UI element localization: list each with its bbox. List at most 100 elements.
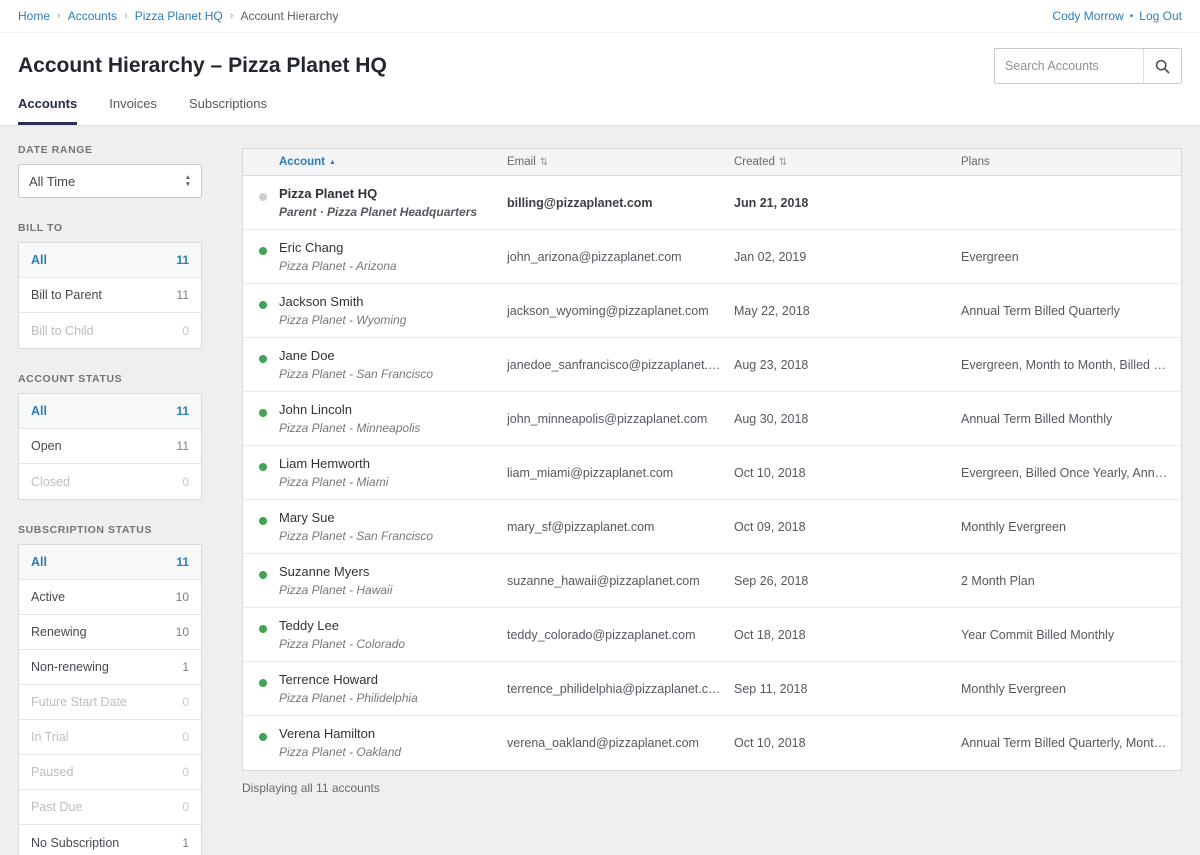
account-subtitle: Pizza Planet - Arizona [279,259,499,274]
filter-subscription-future-start-date[interactable]: Future Start Date 0 [19,685,201,720]
filter-subscription-past-due[interactable]: Past Due 0 [19,790,201,825]
account-email: mary_sf@pizzaplanet.com [507,520,734,534]
breadcrumb-pizza-planet-hq[interactable]: Pizza Planet HQ [135,9,223,23]
date-range-select[interactable]: All Time ▲▼ [18,164,202,198]
tab-bar: Accounts Invoices Subscriptions [18,96,1182,125]
account-status-filter-card: All 11 Open 11 Closed 0 [18,393,202,500]
account-plans: Annual Term Billed Quarterly [961,304,1181,318]
search-input[interactable] [995,49,1143,83]
user-link[interactable]: Cody Morrow [1052,9,1123,23]
account-email: john_arizona@pizzaplanet.com [507,250,734,264]
account-name: Eric Chang [279,240,499,256]
account-created: Sep 11, 2018 [734,682,961,696]
breadcrumb-home[interactable]: Home [18,9,50,23]
tab-subscriptions[interactable]: Subscriptions [189,96,267,125]
sort-ascending-icon: ▲ [329,159,336,166]
filter-bill-to-child[interactable]: Bill to Child 0 [19,313,201,348]
account-email: teddy_colorado@pizzaplanet.com [507,628,734,642]
account-subtitle: Pizza Planet - Colorado [279,637,499,652]
status-dot-icon [259,625,267,633]
subscription-status-filter-card: All 11 Active 10 Renewing 10 Non-renewin… [18,544,202,855]
account-plans: Year Commit Billed Monthly [961,628,1181,642]
subscription-status-label: Subscription Status [18,524,202,536]
accounts-table: Account ▲ Email ⇅ Created ⇅ Plans [242,148,1182,771]
filter-sidebar: Date Range All Time ▲▼ Bill To All 11 Bi… [18,126,202,855]
sort-icon: ⇅ [540,157,548,168]
account-status-label: Account Status [18,373,202,385]
account-email: verena_oakland@pizzaplanet.com [507,736,734,750]
account-name: Liam Hemworth [279,456,499,472]
account-name: Terrence Howard [279,672,499,688]
date-range-value: All Time [29,174,75,189]
account-name: Jackson Smith [279,294,499,310]
status-dot-icon [259,679,267,687]
account-plans: Evergreen [961,250,1181,264]
filter-subscription-non-renewing[interactable]: Non-renewing 1 [19,650,201,685]
search-button[interactable] [1143,49,1181,83]
status-dot-icon [259,463,267,471]
column-header-account[interactable]: Account ▲ [243,156,507,168]
breadcrumb-accounts[interactable]: Accounts [68,9,117,23]
user-nav: Cody Morrow • Log Out [1052,9,1182,23]
filter-subscription-active[interactable]: Active 10 [19,580,201,615]
search-box [994,48,1182,84]
account-name: Pizza Planet HQ [279,186,499,202]
filter-subscription-paused[interactable]: Paused 0 [19,755,201,790]
account-email: terrence_philidelphia@pizzaplanet.com [507,682,734,696]
account-created: Jan 02, 2019 [734,250,961,264]
table-row[interactable]: Mary Sue Pizza Planet - San Francisco ma… [243,500,1181,554]
status-dot-icon [259,247,267,255]
account-email: billing@pizzaplanet.com [507,196,734,210]
breadcrumb-separator-icon: › [124,10,128,22]
logout-link[interactable]: Log Out [1139,9,1182,23]
account-plans: Annual Term Billed Quarterly, Monthly Ev… [961,736,1181,750]
table-row[interactable]: Jackson Smith Pizza Planet - Wyoming jac… [243,284,1181,338]
column-header-email[interactable]: Email ⇅ [507,156,734,168]
table-row[interactable]: Eric Chang Pizza Planet - Arizona john_a… [243,230,1181,284]
filter-subscription-in-trial[interactable]: In Trial 0 [19,720,201,755]
account-created: Oct 18, 2018 [734,628,961,642]
account-subtitle: Pizza Planet - San Francisco [279,367,499,382]
account-plans: Evergreen, Billed Once Yearly, Annual bi… [961,466,1181,480]
table-row[interactable]: Teddy Lee Pizza Planet - Colorado teddy_… [243,608,1181,662]
filter-subscription-no-subscription[interactable]: No Subscription 1 [19,825,201,855]
page: Home › Accounts › Pizza Planet HQ › Acco… [0,0,1200,855]
filter-subscription-all[interactable]: All 11 [19,545,201,580]
status-dot-icon [259,733,267,741]
account-email: john_minneapolis@pizzaplanet.com [507,412,734,426]
account-created: Aug 23, 2018 [734,358,961,372]
account-created: Sep 26, 2018 [734,574,961,588]
account-created: Aug 30, 2018 [734,412,961,426]
account-subtitle: Pizza Planet - Hawaii [279,583,499,598]
tab-accounts[interactable]: Accounts [18,96,77,125]
account-plans: Monthly Evergreen [961,520,1181,534]
user-nav-separator: • [1130,11,1134,22]
column-header-created[interactable]: Created ⇅ [734,156,961,168]
filter-account-status-all[interactable]: All 11 [19,394,201,429]
tab-invoices[interactable]: Invoices [109,96,157,125]
table-row[interactable]: John Lincoln Pizza Planet - Minneapolis … [243,392,1181,446]
account-created: Oct 10, 2018 [734,466,961,480]
table-row[interactable]: Liam Hemworth Pizza Planet - Miami liam_… [243,446,1181,500]
search-icon [1155,59,1170,74]
account-created: Oct 10, 2018 [734,736,961,750]
filter-bill-to-all[interactable]: All 11 [19,243,201,278]
account-name: Teddy Lee [279,618,499,634]
table-row[interactable]: Suzanne Myers Pizza Planet - Hawaii suza… [243,554,1181,608]
account-subtitle: Pizza Planet - Philidelphia [279,691,499,706]
filter-bill-to-parent[interactable]: Bill to Parent 11 [19,278,201,313]
table-row[interactable]: Pizza Planet HQ Parent · Pizza Planet He… [243,176,1181,230]
account-email: liam_miami@pizzaplanet.com [507,466,734,480]
account-plans: Monthly Evergreen [961,682,1181,696]
table-row[interactable]: Verena Hamilton Pizza Planet - Oakland v… [243,716,1181,770]
table-row[interactable]: Terrence Howard Pizza Planet - Philidelp… [243,662,1181,716]
filter-account-status-open[interactable]: Open 11 [19,429,201,464]
account-subtitle: Pizza Planet - Wyoming [279,313,499,328]
filter-subscription-renewing[interactable]: Renewing 10 [19,615,201,650]
filter-account-status-closed[interactable]: Closed 0 [19,464,201,499]
account-created: Jun 21, 2018 [734,196,961,210]
account-name: Jane Doe [279,348,499,364]
status-dot-icon [259,193,267,201]
table-row[interactable]: Jane Doe Pizza Planet - San Francisco ja… [243,338,1181,392]
breadcrumb-separator-icon: › [57,10,61,22]
